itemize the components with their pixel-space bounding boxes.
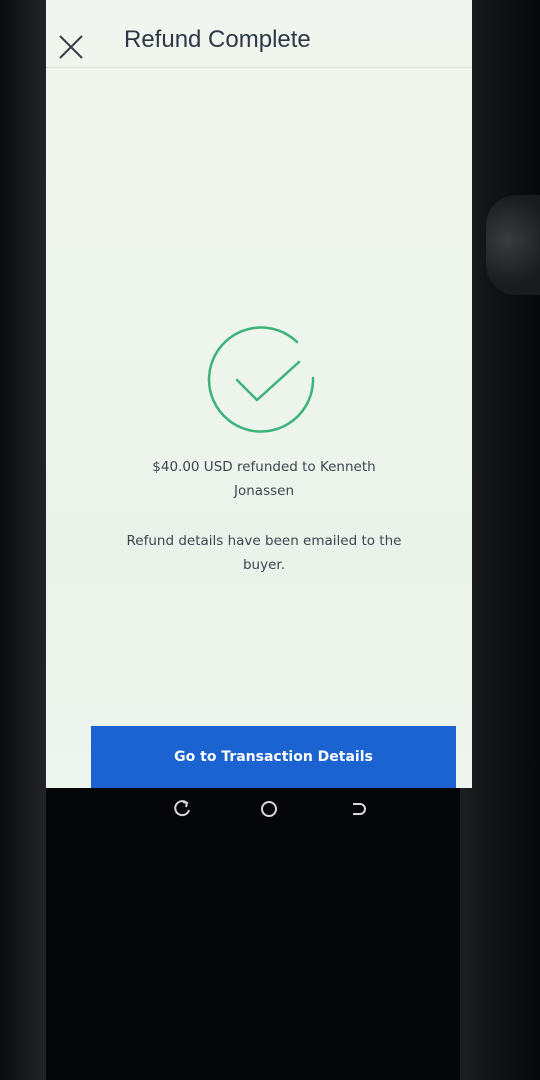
app-header: Refund Complete	[46, 0, 472, 68]
email-notice-message: Refund details have been emailed to the …	[114, 529, 414, 577]
recents-icon[interactable]	[172, 798, 194, 820]
close-icon[interactable]	[58, 34, 84, 60]
system-nav-bar	[90, 788, 458, 830]
refund-line-2: Jonassen	[234, 483, 294, 499]
device-bezel-left	[0, 0, 46, 1080]
page-title: Refund Complete	[124, 26, 311, 53]
check-circle-icon	[207, 326, 315, 433]
device-bezel-right	[460, 0, 540, 1080]
home-icon[interactable]	[258, 798, 280, 820]
back-icon[interactable]	[348, 798, 370, 820]
refund-line-1: $40.00 USD refunded to Kenneth	[152, 459, 376, 475]
app-screen: Refund Complete $40.00 USD refunded to K…	[46, 0, 472, 788]
device-side-button	[486, 195, 540, 295]
email-line-1: Refund details have been emailed to the	[126, 533, 402, 549]
go-to-transaction-details-button[interactable]: Go to Transaction Details	[91, 726, 456, 788]
refund-amount-message: $40.00 USD refunded to Kenneth Jonassen	[134, 455, 394, 503]
email-line-2: buyer.	[242, 557, 286, 573]
